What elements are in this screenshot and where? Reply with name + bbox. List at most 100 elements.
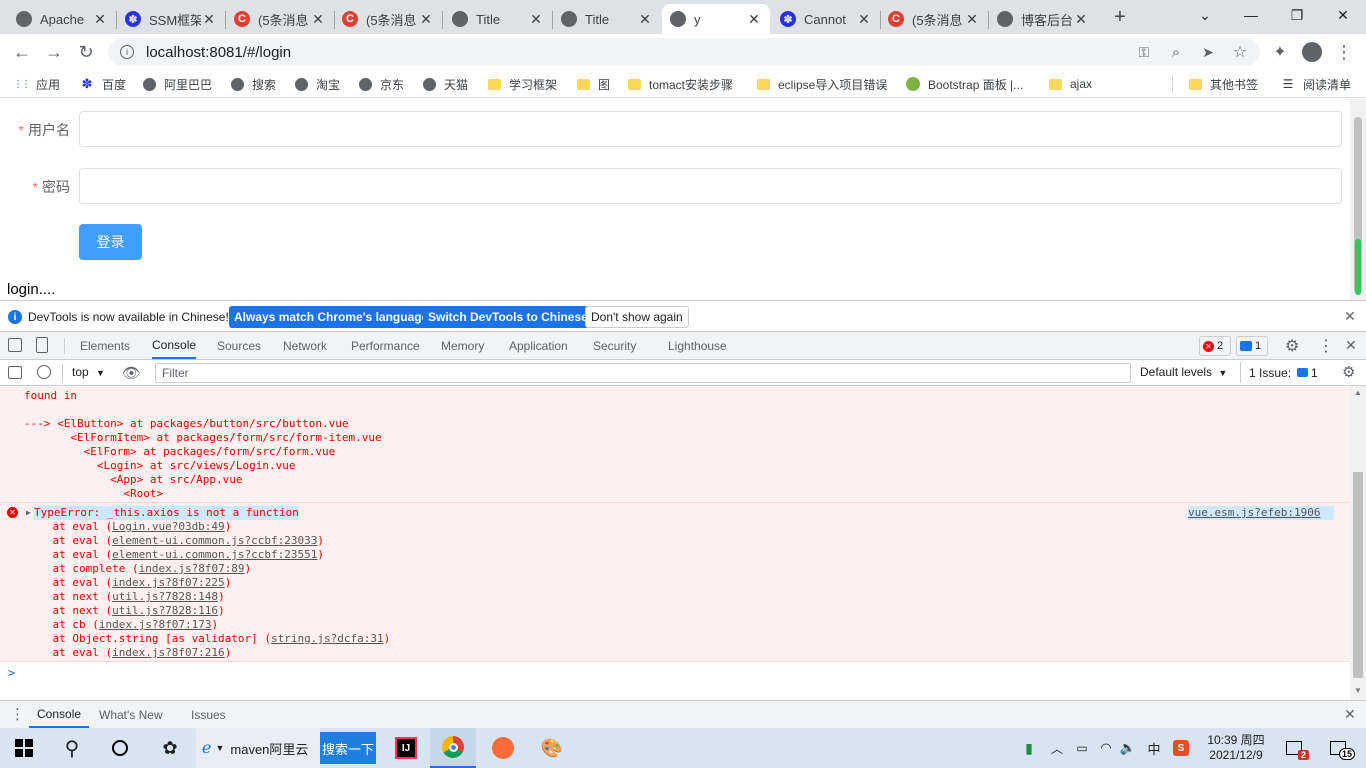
- bookmark-item[interactable]: ⋮⋮ 应用: [13, 75, 60, 93]
- stack-frame-link[interactable]: util.js?7828:116: [112, 604, 218, 617]
- action-center-icon[interactable]: 15: [1318, 728, 1358, 768]
- devtools-tab-memory[interactable]: Memory: [441, 332, 484, 359]
- tab-close-icon[interactable]: ✕: [528, 11, 544, 28]
- stack-frame-link[interactable]: index.js?8f07:216: [112, 646, 225, 659]
- browser-tab[interactable]: C (5条消息 ✕: [226, 4, 334, 34]
- taskbar-search-button[interactable]: 搜索一下: [320, 732, 376, 764]
- app-flower-icon[interactable]: ✿: [148, 728, 192, 768]
- always-match-language-button[interactable]: Always match Chrome's language: [229, 306, 434, 328]
- stack-frame-link[interactable]: index.js?8f07:89: [139, 562, 245, 575]
- console-settings-gear-icon[interactable]: ⚙: [1342, 363, 1355, 381]
- context-selector[interactable]: top ▼: [72, 365, 105, 379]
- device-toolbar-icon[interactable]: [36, 337, 48, 353]
- taskbar-search-icon[interactable]: ⚲: [48, 728, 96, 768]
- bookmark-item[interactable]: 搜索: [230, 75, 276, 93]
- browser-tab[interactable]: y ✕: [662, 4, 770, 34]
- drawer-tab-issues[interactable]: Issues: [191, 701, 226, 728]
- log-levels-dropdown[interactable]: Default levels ▼: [1140, 365, 1227, 379]
- browser-tab[interactable]: C (5条消息 ✕: [334, 4, 442, 34]
- devtools-tab-sources[interactable]: Sources: [217, 332, 261, 359]
- url-text[interactable]: localhost:8081/#/login: [146, 44, 291, 61]
- stack-frame-link[interactable]: element-ui.common.js?ccbf:23033: [112, 534, 317, 547]
- sogou-ime-icon[interactable]: S: [1170, 728, 1192, 768]
- stack-frame-link[interactable]: index.js?8f07:225: [112, 576, 225, 589]
- devtools-tab-application[interactable]: Application: [509, 332, 568, 359]
- bookmark-item[interactable]: ✽ 百度: [80, 75, 126, 93]
- stack-frame-link[interactable]: index.js?8f07:173: [99, 618, 212, 631]
- tab-close-icon[interactable]: ✕: [856, 11, 872, 28]
- scroll-up-icon[interactable]: ▲: [1350, 388, 1366, 398]
- error-source-link[interactable]: vue.esm.js?efeb:1906: [1188, 506, 1335, 520]
- browser-tab[interactable]: ✽ SSM框架 ✕: [117, 4, 225, 34]
- drawer-close-icon[interactable]: ✕: [1344, 706, 1356, 723]
- bookmark-item[interactable]: 图: [576, 75, 610, 93]
- error-count-badge[interactable]: ✕ 2: [1199, 336, 1231, 356]
- username-input[interactable]: [79, 111, 1342, 147]
- browser-tab[interactable]: Apache ✕: [8, 4, 116, 34]
- browser-tab[interactable]: Title ✕: [444, 4, 552, 34]
- bookmark-item[interactable]: 阿里巴巴: [142, 75, 212, 93]
- show-hidden-icons-icon[interactable]: ︿: [1048, 728, 1066, 768]
- console-filter-input[interactable]: Filter: [155, 363, 1131, 383]
- stack-frame-link[interactable]: element-ui.common.js?ccbf:23551: [112, 548, 317, 561]
- devtools-tab-console[interactable]: Console: [152, 332, 197, 359]
- bookmark-item[interactable]: 学习框架: [487, 75, 557, 93]
- bookmark-item[interactable]: eclipse导入项目错误: [756, 75, 887, 93]
- bookmark-item[interactable]: ☰ 阅读清单: [1281, 75, 1351, 93]
- console-scroll-thumb[interactable]: [1353, 472, 1363, 678]
- send-icon[interactable]: ➤: [1194, 38, 1222, 66]
- clear-console-icon[interactable]: [37, 365, 51, 379]
- console-scrollbar[interactable]: ▲ ▼: [1350, 386, 1366, 700]
- devtools-tab-network[interactable]: Network: [283, 332, 327, 359]
- chrome-taskbar-icon[interactable]: [430, 728, 476, 768]
- browser-tab[interactable]: Title ✕: [553, 4, 661, 34]
- volume-icon[interactable]: 🔈: [1118, 728, 1138, 768]
- back-arrow-icon[interactable]: ←: [8, 38, 36, 66]
- show-sidebar-icon[interactable]: [8, 366, 22, 379]
- reload-icon[interactable]: ↻: [72, 38, 100, 66]
- drawer-menu-icon[interactable]: ⋮: [10, 705, 25, 723]
- task-view-icon[interactable]: [96, 728, 144, 768]
- tab-close-icon[interactable]: ✕: [92, 11, 108, 28]
- password-input[interactable]: [79, 168, 1342, 204]
- paint-palette-icon[interactable]: 🎨: [528, 728, 576, 768]
- infobar-close-icon[interactable]: ✕: [1344, 308, 1356, 325]
- restore-icon[interactable]: ❐: [1274, 0, 1320, 30]
- drawer-tab-whats-new[interactable]: What's New: [99, 701, 163, 728]
- issues-counter[interactable]: 1 Issue: 1: [1240, 362, 1320, 383]
- tab-close-icon[interactable]: ✕: [310, 11, 326, 28]
- devtools-tab-performance[interactable]: Performance: [351, 332, 420, 359]
- new-tab-icon[interactable]: +: [1108, 6, 1132, 30]
- devtools-tab-lighthouse[interactable]: Lighthouse: [668, 332, 727, 359]
- minimize-icon[interactable]: —: [1228, 0, 1274, 30]
- close-window-icon[interactable]: ✕: [1320, 0, 1366, 30]
- browser-tab[interactable]: C (5条消息 ✕: [880, 4, 988, 34]
- tab-close-icon[interactable]: ✕: [201, 11, 217, 28]
- clock[interactable]: 10:39 周四 2021/12/9: [1200, 728, 1272, 768]
- taskbar-search-box[interactable]: ℯ ▼ maven阿里云: [196, 728, 320, 768]
- error-message-text[interactable]: TypeError: _this.axios is not a function: [34, 506, 299, 520]
- page-scrollbar[interactable]: [1350, 99, 1366, 300]
- login-button[interactable]: 登录: [79, 224, 142, 260]
- console-prompt-icon[interactable]: >: [8, 666, 15, 680]
- tab-close-icon[interactable]: ✕: [637, 11, 653, 28]
- live-expression-eye-icon[interactable]: 👁: [122, 364, 141, 382]
- site-info-icon[interactable]: i: [120, 45, 134, 59]
- address-bar[interactable]: i localhost:8081/#/login: [108, 38, 1260, 66]
- stack-frame-link[interactable]: util.js?7828:148: [112, 590, 218, 603]
- tab-search-icon[interactable]: ⌄: [1182, 0, 1228, 30]
- devtools-tab-security[interactable]: Security: [593, 332, 636, 359]
- browser-tab[interactable]: ✽ Cannot ✕: [772, 4, 880, 34]
- bookmark-item[interactable]: 天猫: [422, 75, 468, 93]
- browser-menu-icon[interactable]: ⋮: [1330, 38, 1358, 66]
- inspect-element-icon[interactable]: [8, 338, 22, 352]
- windows-start-icon[interactable]: [0, 728, 48, 768]
- key-icon[interactable]: ⚿: [1130, 38, 1158, 66]
- devtools-tab-elements[interactable]: Elements: [80, 332, 130, 359]
- stack-frame-link[interactable]: Login.vue?03db:49: [112, 520, 225, 533]
- bookmark-item[interactable]: 京东: [358, 75, 404, 93]
- notification-icon[interactable]: 2: [1280, 728, 1309, 768]
- devtools-menu-icon[interactable]: ⋮: [1318, 336, 1334, 356]
- zoom-icon[interactable]: ⌕: [1162, 38, 1190, 66]
- battery-tray-icon[interactable]: ▮: [1020, 728, 1038, 768]
